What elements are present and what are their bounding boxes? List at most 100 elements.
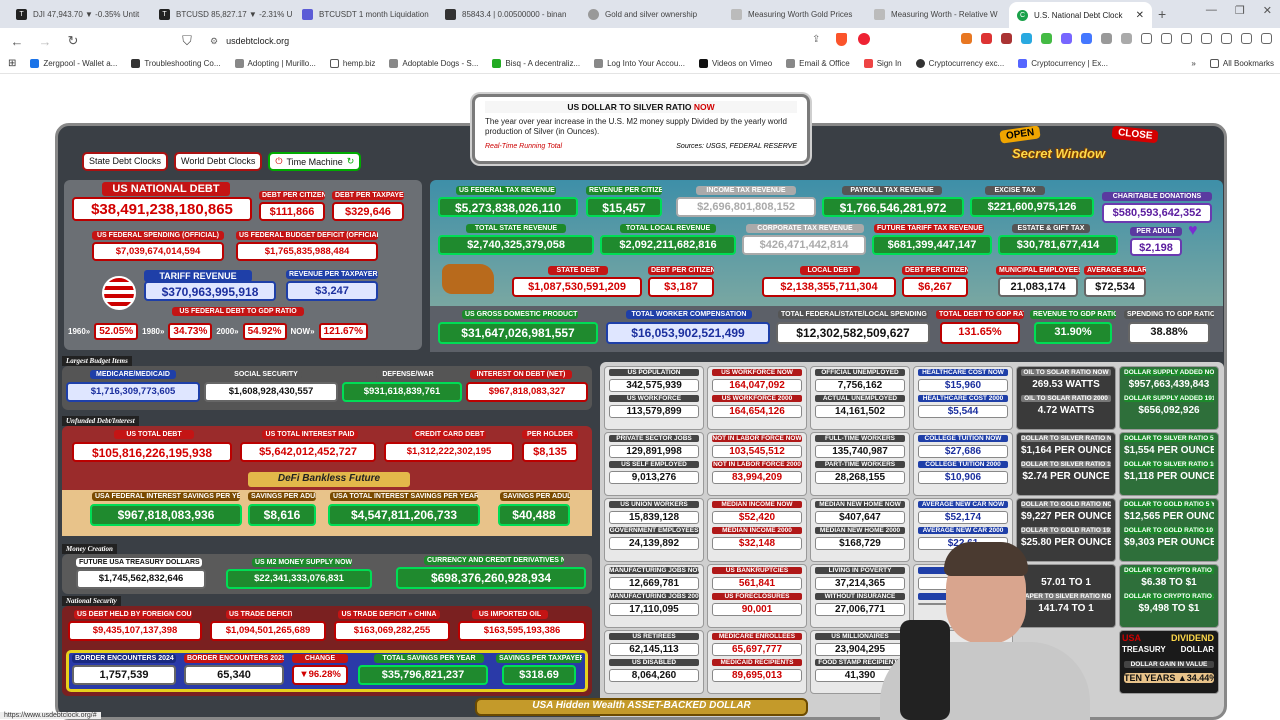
notice-title: US DOLLAR TO SILVER RATIO NOW: [485, 101, 797, 113]
total-spending-label: TOTAL FEDERAL/STATE/LOCAL SPENDING: [778, 310, 928, 319]
stat-label: DOLLAR SUPPLY ADDED 1913: [1124, 395, 1214, 402]
stat-cell: COLLEGE TUITION NOW $27,686 COLLEGE TUITIO…: [913, 432, 1013, 496]
browser-tab[interactable]: Measuring Worth Gold Prices: [723, 2, 866, 26]
wallet-icon[interactable]: [1201, 33, 1212, 44]
stat-value: $9,227 PER OUNCE: [1021, 511, 1111, 522]
bookmark-icon: [234, 59, 244, 68]
stat-label: HEALTHCARE COST 2000: [918, 395, 1008, 402]
apps-icon[interactable]: ⊞: [8, 58, 16, 69]
profile-icon[interactable]: [1241, 33, 1252, 44]
extension-icon[interactable]: [981, 33, 992, 44]
leo-icon[interactable]: [1221, 33, 1232, 44]
metamask-icon[interactable]: [961, 33, 972, 44]
forward-icon[interactable]: →: [36, 34, 54, 49]
revenue-per-taxpayer-value: $3,247: [286, 281, 378, 301]
reader-icon[interactable]: [1181, 33, 1192, 44]
border-2025-label: BORDER ENCOUNTERS 2025: [184, 654, 284, 663]
stat-value: 17,110,095: [609, 603, 699, 616]
extension-icon[interactable]: [1021, 33, 1032, 44]
revenue-gdp-label: REVENUE TO GDP RATIO: [1030, 310, 1116, 319]
more-bookmarks-icon[interactable]: »: [1191, 59, 1195, 68]
globe-icon: [588, 8, 599, 20]
total-interest-savings-value: $4,547,811,206,733: [328, 504, 480, 526]
average-salary-label: AVERAGE SALARY: [1084, 266, 1146, 275]
browser-tab[interactable]: T DJI 47,943.70 ▼ -0.35% Untit: [8, 2, 151, 26]
change-value: ▼96.28%: [292, 665, 348, 685]
extension-icon[interactable]: [1001, 33, 1012, 44]
stat-value: $957,663,439,843: [1128, 379, 1210, 390]
secret-window[interactable]: OPEN CLOSE Secret Window: [998, 126, 1178, 168]
site-info-icon[interactable]: ⚙: [210, 36, 218, 47]
browser-tab[interactable]: T BTCUSD 85,827.17 ▼ -2.31% U: [151, 2, 294, 26]
bookmark-item[interactable]: Log Into Your Accou...: [594, 59, 685, 68]
savings-per-adult-2-value: $40,488: [498, 504, 570, 526]
browser-tab[interactable]: Measuring Worth - Relative W: [866, 2, 1009, 26]
menu-icon[interactable]: [1261, 33, 1272, 44]
stat-label: PART-TIME WORKERS: [815, 461, 905, 468]
close-button[interactable]: CLOSE: [1110, 126, 1159, 144]
back-icon[interactable]: ←: [8, 34, 26, 49]
open-button[interactable]: OPEN: [999, 126, 1042, 144]
all-bookmarks[interactable]: All Bookmarks: [1209, 59, 1274, 68]
extension-icon[interactable]: [1081, 33, 1092, 44]
bookmark-item[interactable]: Cryptocurrency | Ex...: [1018, 59, 1108, 68]
state-debt-clocks-button[interactable]: State Debt Clocks: [82, 152, 169, 171]
stat-label: US RETIREES: [609, 633, 699, 640]
new-tab-icon[interactable]: +: [1158, 6, 1166, 22]
rewards-icon[interactable]: [858, 33, 870, 45]
world-debt-clocks-button[interactable]: World Debt Clocks: [174, 152, 263, 171]
bookmark-icon: [594, 59, 604, 68]
bookmark-item[interactable]: Adopting | Murillo...: [234, 59, 316, 68]
stat-label: GOVERNMENT EMPLOYEES: [609, 527, 699, 534]
bookmark-item[interactable]: Adoptable Dogs - S...: [389, 59, 478, 68]
extension-icon[interactable]: [1041, 33, 1052, 44]
stat-label: DOLLAR TO CRYPTO RATIO NOW: [1124, 567, 1214, 574]
time-machine-button[interactable]: ⏻ Time Machine ↻: [268, 152, 362, 171]
debt-per-taxpayer-value: $329,646: [332, 202, 404, 221]
bookmark-item[interactable]: Zergpool - Wallet a...: [30, 59, 117, 68]
bookmark-item[interactable]: hemp.biz: [329, 59, 375, 68]
brave-shield-icon[interactable]: [836, 33, 847, 46]
browser-tab[interactable]: BTCUSDT 1 month Liquidation: [294, 2, 437, 26]
close-window-icon[interactable]: ✕: [1263, 4, 1272, 17]
download-icon[interactable]: [1141, 33, 1152, 44]
bookmark-item[interactable]: Email & Office: [786, 59, 850, 68]
local-debt-per-citizen-label: DEBT PER CITIZEN: [902, 266, 968, 275]
extension-icons: [961, 33, 1272, 44]
minimize-icon[interactable]: —: [1206, 4, 1217, 17]
puzzle-icon[interactable]: [1101, 33, 1112, 44]
browser-tab[interactable]: 85843.4 | 0.00500000 - binan: [437, 2, 580, 26]
maximize-icon[interactable]: ❐: [1235, 4, 1245, 17]
stat-value: $5,544: [918, 405, 1008, 418]
bookmark-item[interactable]: Sign In: [863, 59, 902, 68]
close-tab-icon[interactable]: ✕: [1136, 10, 1144, 21]
budget-deficit-label: US FEDERAL BUDGET DEFICIT (OFFICIAL): [236, 231, 378, 240]
bookmark-icon[interactable]: ⛉: [178, 33, 196, 49]
browser-tab-active[interactable]: C U.S. National Debt Clock ✕: [1009, 2, 1152, 28]
status-bar-url: https://www.usdebtclock.org/#: [0, 712, 101, 719]
stat-cell: US BANKRUPTCIES 561,841 US FORECLOSURES 90,…: [707, 564, 807, 628]
stat-value: 135,740,987: [815, 445, 905, 458]
foreign-debt-value: $9,435,107,137,398: [68, 621, 202, 641]
media-icon[interactable]: [1161, 33, 1172, 44]
stat-cell: OIL TO SOLAR RATIO NOW 269.53 WATTS OIL TO…: [1016, 366, 1116, 430]
extension-icon[interactable]: [1061, 33, 1072, 44]
share-icon[interactable]: ⇪: [812, 34, 820, 45]
bookmark-item[interactable]: Bisq - A decentraliz...: [492, 59, 580, 68]
bookmark-item[interactable]: Videos on Vimeo: [698, 59, 772, 68]
change-label: CHANGE: [292, 654, 348, 663]
dividend-dollar-box[interactable]: USA DIVIDEND DOLLAR GAIN IN VALUE TEN YEARS…: [1119, 630, 1219, 694]
address-bar[interactable]: ⚙ usdebtclock.org: [200, 31, 850, 51]
reload-icon[interactable]: ↻: [64, 33, 82, 49]
stat-label: US UNION WORKERS: [609, 501, 699, 508]
local-revenue-label: TOTAL LOCAL REVENUE: [620, 224, 716, 233]
interest-on-debt-value: $967,818,083,327: [466, 382, 588, 402]
defi-banner[interactable]: DeFi Bankless Future: [248, 472, 410, 487]
sidebar-icon[interactable]: [1121, 33, 1132, 44]
browser-tab[interactable]: Gold and silver ownership: [580, 2, 723, 26]
measuringworth-icon: [731, 8, 742, 20]
bookmark-item[interactable]: Cryptocurrency exc...: [915, 59, 1004, 68]
bookmark-item[interactable]: Troubleshooting Co...: [131, 59, 221, 68]
hidden-wealth-banner[interactable]: USA Hidden Wealth ASSET-BACKED DOLLAR: [475, 698, 808, 716]
dividend-text: TREASURY: [1122, 645, 1166, 654]
